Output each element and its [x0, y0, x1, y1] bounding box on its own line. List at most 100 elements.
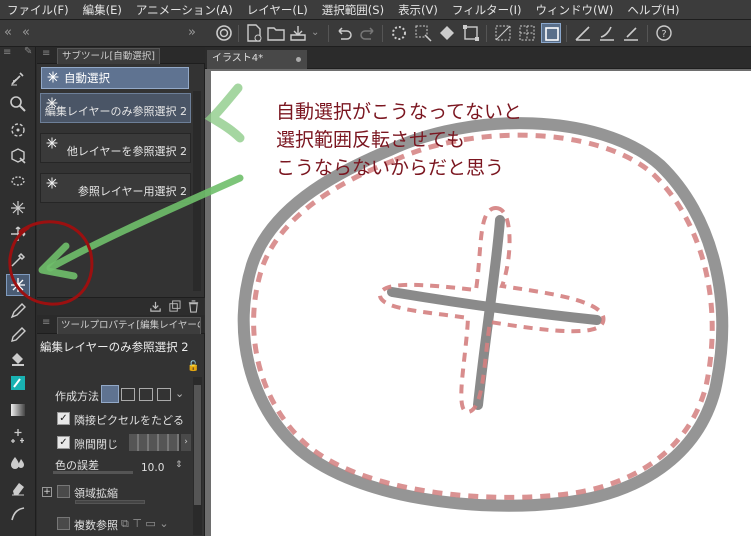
selection-mask-icon[interactable] [541, 23, 561, 43]
tool-property-title: 編集レイヤーのみ参照選択 2 [40, 340, 189, 354]
palette-menu-icon[interactable]: ≡ [3, 47, 11, 61]
redo-icon[interactable] [358, 23, 378, 43]
collapse-left-icon[interactable]: « [4, 25, 12, 40]
gradient-tool-icon[interactable] [6, 399, 30, 421]
new-file-icon[interactable] [244, 23, 264, 43]
snap-grid-icon[interactable] [517, 23, 537, 43]
follow-adjacent-checkbox[interactable]: ✓ [57, 412, 70, 425]
transform-icon[interactable] [461, 23, 481, 43]
object-tool-icon[interactable] [6, 145, 30, 167]
tab-tool-property[interactable]: ツールプロパティ[編集レイヤーの [57, 317, 201, 334]
close-dot-icon[interactable] [296, 57, 301, 62]
help-icon[interactable]: ? [654, 23, 674, 43]
move-tool-icon[interactable] [6, 223, 30, 245]
save-icon[interactable] [288, 23, 308, 43]
menu-item-2[interactable]: アニメーション(A) [129, 2, 240, 18]
expand-area-checkbox[interactable] [57, 485, 70, 498]
snap-off-icon[interactable] [493, 23, 513, 43]
subtool-scrollbar[interactable] [193, 91, 201, 291]
multi-ref-row[interactable]: 複数参照 ⧉ ⊤ ▭ ⌄ [51, 514, 191, 534]
menu-item-0[interactable]: ファイル(F) [0, 2, 76, 18]
tool-property-scrollbar[interactable] [193, 377, 202, 535]
collapse-right-icon[interactable]: » [188, 25, 196, 40]
open-file-icon[interactable] [266, 23, 286, 43]
sparkles-tool-icon[interactable] [6, 425, 30, 447]
menu-item-1[interactable]: 編集(E) [76, 2, 129, 18]
menu-item-8[interactable]: ヘルプ(H) [620, 2, 686, 18]
chevron-down-icon[interactable]: ⌄ [311, 27, 319, 38]
menu-item-7[interactable]: ウィンドウ(W) [529, 2, 621, 18]
duplicate-subtool-icon[interactable] [168, 300, 181, 316]
special-ruler-icon[interactable] [597, 23, 617, 43]
clip-studio-icon[interactable] [214, 23, 234, 43]
menu-item-5[interactable]: 表示(V) [391, 2, 445, 18]
fill-tool-icon[interactable] [6, 348, 30, 370]
auto-select-tool-icon[interactable] [6, 274, 30, 296]
fill-icon[interactable] [437, 23, 457, 43]
zoom-tool-icon[interactable] [6, 93, 30, 115]
color-margin-slider[interactable] [53, 471, 133, 474]
annotation-line-1: 自動選択がこうなってないと [276, 101, 523, 123]
expand-plus-icon[interactable]: + [42, 487, 52, 497]
paint-bucket-tool-icon[interactable] [6, 372, 30, 394]
color-margin-value[interactable]: 10.0 [141, 462, 164, 474]
tab-subtool[interactable]: サブツール[自動選択] [57, 48, 160, 64]
pipette-tool-icon[interactable] [6, 249, 30, 271]
collapse-left-icon-2[interactable]: « [22, 25, 30, 40]
close-gap-row[interactable]: ✓ 隙間閉じ › [51, 433, 191, 453]
chevron-right-icon[interactable]: › [181, 434, 191, 451]
follow-adjacent-row[interactable]: ✓ 隣接ピクセルをたどる [51, 409, 191, 429]
subtool-item-other-layer[interactable]: 他レイヤーを参照選択 2 [40, 133, 191, 163]
curve-tool-icon[interactable] [6, 503, 30, 525]
grid-snap-icon[interactable] [621, 23, 641, 43]
pencil-tool-icon[interactable] [6, 324, 30, 346]
tool-property-tabbar: ≡ ツールプロパティ[編集レイヤーの [37, 315, 205, 334]
chevron-down-icon[interactable]: ⌄ [175, 387, 184, 400]
subtract-selection-mode-button[interactable] [139, 388, 153, 401]
subtool-item-edit-layer[interactable]: 編集レイヤーのみ参照選択 2 [40, 93, 191, 123]
menu-item-6[interactable]: フィルター(I) [445, 2, 529, 18]
menu-item-4[interactable]: 選択範囲(S) [315, 2, 391, 18]
subtool-footer [37, 297, 205, 315]
tab-document[interactable]: イラスト4* [207, 50, 307, 69]
expand-area-label: 領域拡縮 [74, 487, 118, 500]
panel-menu-icon[interactable]: ≡ [42, 48, 50, 59]
annotation-line-2: 選択範囲反転させても [276, 129, 466, 151]
eyedropper-tool-icon[interactable] [6, 67, 30, 89]
menu-item-3[interactable]: レイヤー(L) [240, 2, 315, 18]
menu-bar: ファイル(F) 編集(E) アニメーション(A) レイヤー(L) 選択範囲(S) 表示(V… [0, 0, 751, 20]
expand-area-row[interactable]: + 領域拡縮 [42, 482, 191, 504]
panel-menu-icon[interactable]: ≡ [42, 317, 50, 328]
subtool-item-reference-layer[interactable]: 参照レイヤー用選択 2 [40, 173, 191, 203]
multi-ref-checkbox[interactable] [57, 517, 70, 530]
add-selection-mode-button[interactable] [121, 388, 135, 401]
pen-tool-icon[interactable] [6, 300, 30, 322]
follow-adjacent-label: 隣接ピクセルをたどる [74, 414, 184, 427]
clear-selection-icon[interactable] [413, 23, 433, 43]
close-gap-level-bar[interactable] [129, 434, 179, 451]
subtool-group-auto-select[interactable]: 自動選択 [41, 67, 189, 89]
color-margin-row: 色の誤差 10.0 ⇕ [51, 457, 191, 477]
multi-ref-label: 複数参照 [74, 519, 118, 532]
ruler-snap-icon[interactable] [573, 23, 593, 43]
loading-icon[interactable] [389, 23, 409, 43]
subtool-item-label: 参照レイヤー用選択 2 [77, 185, 187, 198]
import-subtool-icon[interactable] [149, 300, 162, 316]
svg-text:?: ? [661, 29, 666, 40]
command-bar: « « » ⌄ ? [0, 20, 751, 47]
tab-subtool-label: サブツール[自動選択] [62, 51, 155, 62]
undo-icon[interactable] [334, 23, 354, 43]
intersect-selection-mode-button[interactable] [157, 388, 171, 401]
sparkle-tool-icon[interactable] [6, 197, 30, 219]
layer-stack-icon[interactable]: ⧉ ⊤ ▭ ⌄ [121, 517, 169, 531]
lasso-select-icon[interactable] [6, 171, 30, 193]
spin-icon[interactable]: ⇕ [175, 460, 183, 470]
close-gap-checkbox[interactable]: ✓ [57, 436, 70, 449]
eraser-tool-icon[interactable] [6, 477, 30, 499]
lock-icon[interactable]: 🔓 [187, 361, 199, 372]
trash-icon[interactable] [187, 300, 200, 316]
expand-area-slider[interactable] [75, 500, 145, 504]
blend-tool-icon[interactable] [6, 451, 30, 473]
new-selection-mode-button[interactable] [101, 385, 119, 403]
rotate-tool-icon[interactable] [6, 119, 30, 141]
